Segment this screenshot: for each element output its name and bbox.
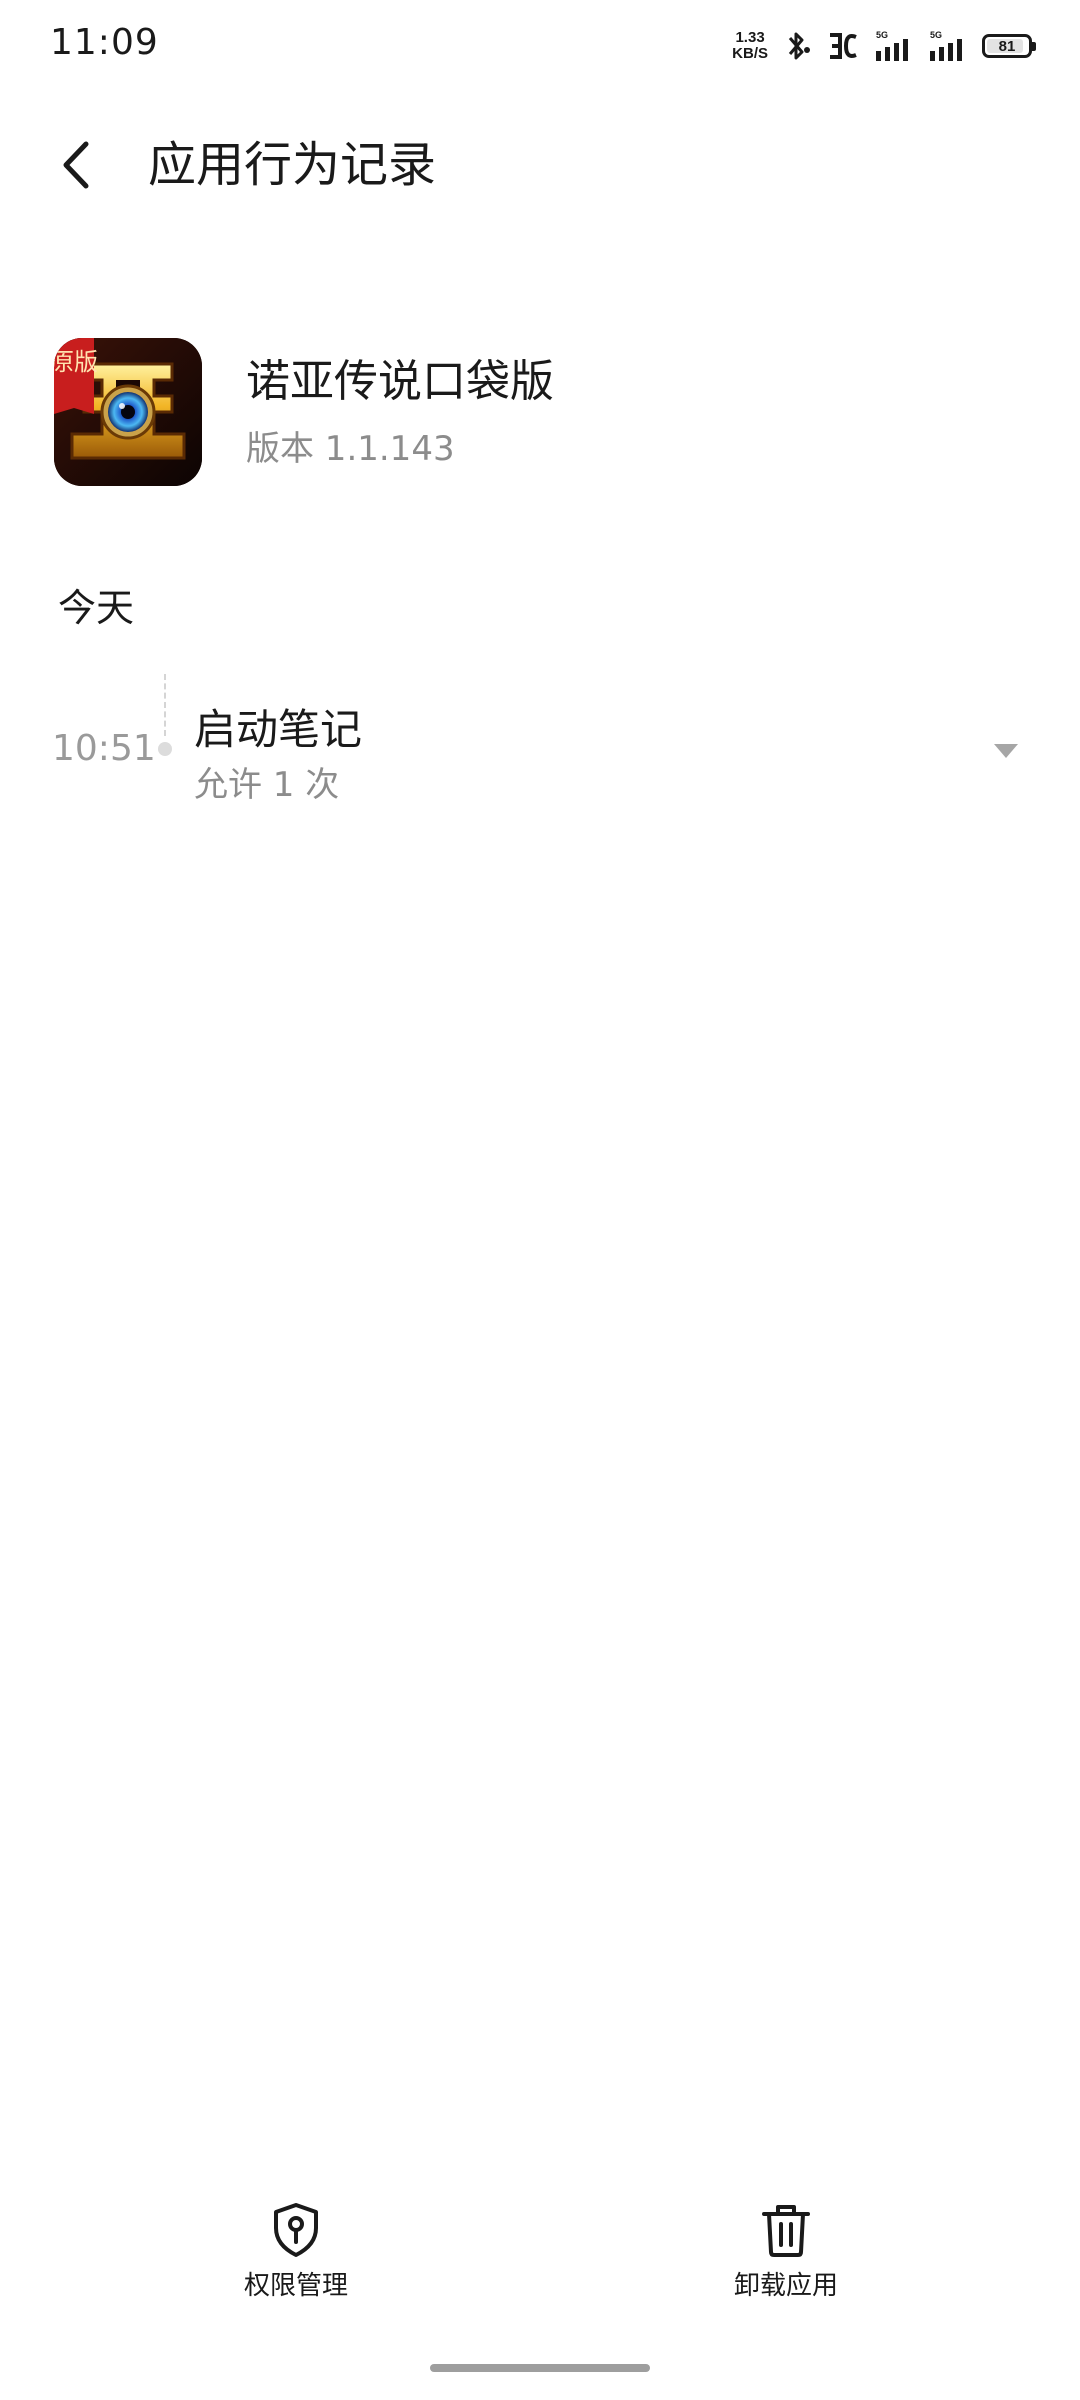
record-time: 10:51: [52, 728, 156, 769]
svg-text:5G: 5G: [930, 30, 942, 40]
status-icons: 1.33 KB/S 5G 5G 81: [732, 26, 1036, 66]
record-title: 启动笔记: [194, 705, 363, 754]
app-name: 诺亚传说口袋版: [246, 356, 554, 407]
status-time: 11:09: [50, 22, 159, 63]
bluetooth-icon: [782, 29, 812, 63]
page-title: 应用行为记录: [148, 137, 437, 193]
svg-text:5G: 5G: [876, 30, 888, 40]
battery-level: 81: [998, 37, 1016, 55]
permission-management-button[interactable]: 权限管理: [176, 2200, 416, 2320]
chevron-left-icon: [63, 141, 89, 189]
network-speed-unit: KB/S: [732, 45, 768, 62]
section-title-today: 今天: [58, 586, 135, 630]
timeline-line: [164, 674, 166, 736]
signal-5g-icon: 5G: [874, 29, 914, 63]
signal-5g-icon: 5G: [928, 29, 968, 63]
uninstall-label: 卸载应用: [733, 2271, 838, 2301]
network-speed-value: 1.33: [735, 29, 765, 46]
app-icon: 原版: [54, 338, 202, 486]
permission-management-label: 权限管理: [243, 2271, 348, 2301]
network-speed: 1.33 KB/S: [732, 30, 768, 62]
battery-icon: 81: [982, 34, 1036, 58]
app-version: 版本 1.1.143: [246, 429, 455, 469]
status-bar: 11:09 1.33 KB/S 5G 5G 81: [0, 0, 1080, 96]
shield-key-icon: [271, 2200, 321, 2260]
record-item[interactable]: 10:51 启动笔记 允许 1 次: [0, 674, 1080, 824]
back-button[interactable]: [46, 130, 106, 200]
home-indicator[interactable]: [430, 2364, 650, 2372]
timeline-dot: [158, 742, 172, 756]
uninstall-button[interactable]: 卸载应用: [666, 2200, 906, 2320]
expand-button[interactable]: [976, 726, 1036, 776]
record-detail: 允许 1 次: [194, 765, 340, 805]
app-icon-badge: 原版: [54, 348, 98, 376]
hd-voice-icon: [826, 29, 860, 63]
trash-icon: [760, 2200, 812, 2260]
triangle-down-icon: [994, 744, 1018, 758]
